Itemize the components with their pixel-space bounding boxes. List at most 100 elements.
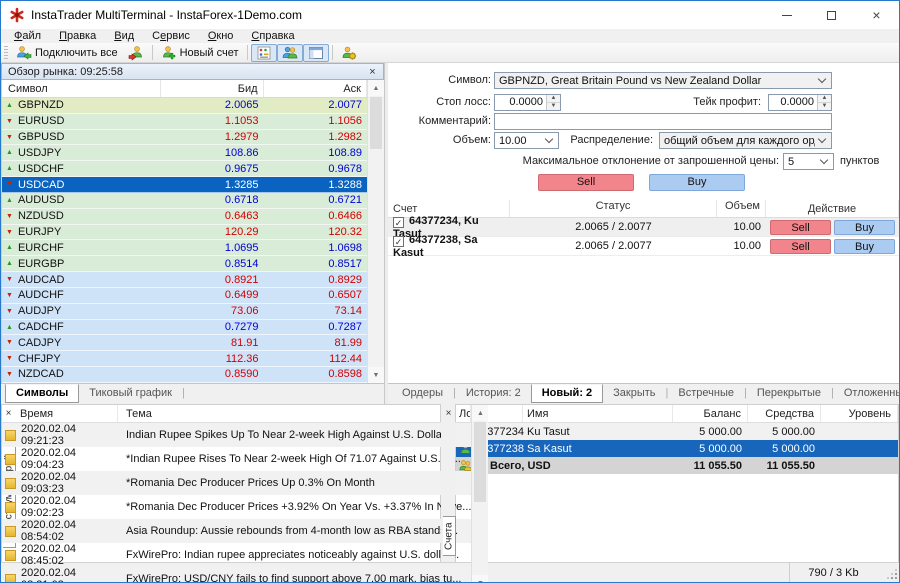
accounts-close-icon[interactable]: × bbox=[443, 408, 454, 419]
market-watch-row[interactable]: ▲GBPNZD2.00652.0077 bbox=[2, 98, 367, 114]
market-watch-row[interactable]: ▼CADJPY81.9181.99 bbox=[2, 335, 367, 351]
take-profit-stepper[interactable]: 0.0000 ▲▼ bbox=[768, 94, 832, 111]
market-watch-row[interactable]: ▲USDCHF0.96750.9678 bbox=[2, 161, 367, 177]
column-header-status[interactable]: Статус bbox=[510, 200, 717, 217]
menu-item[interactable]: Вид bbox=[105, 29, 143, 43]
scroll-up-icon[interactable]: ▲ bbox=[472, 405, 488, 421]
news-scrollbar[interactable]: ▲ ▼ bbox=[471, 405, 488, 583]
row-buy-button[interactable]: Buy bbox=[834, 220, 895, 235]
column-header-ask[interactable]: Аск bbox=[264, 80, 367, 97]
market-watch-tab-1[interactable]: Символы bbox=[5, 384, 79, 403]
order-account-row[interactable]: ✓64377238, Sa Kasut2.0065 / 2.007710.00S… bbox=[388, 237, 899, 256]
market-watch-close-icon[interactable]: × bbox=[366, 66, 379, 78]
account-checkbox[interactable]: ✓ bbox=[393, 217, 404, 228]
market-watch-row[interactable]: ▼CHFJPY112.36112.44 bbox=[2, 351, 367, 367]
sell-button[interactable]: Sell bbox=[538, 174, 634, 191]
column-header-level[interactable]: Уровень bbox=[821, 405, 898, 422]
distribution-select[interactable]: общий объем для каждого ордера bbox=[659, 132, 832, 149]
menu-item[interactable]: Правка bbox=[50, 29, 105, 43]
toggle-market-watch-button[interactable] bbox=[251, 44, 277, 62]
market-watch-row[interactable]: ▲EURGBP0.85140.8517 bbox=[2, 256, 367, 272]
toggle-accounts-button[interactable] bbox=[277, 44, 303, 62]
column-header-equity[interactable]: Средства bbox=[748, 405, 821, 422]
stop-loss-stepper[interactable]: 0.0000 ▲▼ bbox=[494, 94, 561, 111]
account-checkbox[interactable]: ✓ bbox=[393, 236, 404, 247]
resize-grip-icon[interactable] bbox=[883, 565, 899, 581]
row-buy-button[interactable]: Buy bbox=[834, 239, 895, 254]
menu-item[interactable]: Окно bbox=[199, 29, 243, 43]
spin-arrows-icon[interactable]: ▲▼ bbox=[546, 95, 560, 110]
news-panel: Время Тема 2020.02.04 09:21:23Indian Rup… bbox=[1, 404, 489, 562]
spin-arrows-icon[interactable]: ▲▼ bbox=[817, 95, 831, 110]
market-watch-row[interactable]: ▲USDJPY108.86108.89 bbox=[2, 145, 367, 161]
market-watch-row[interactable]: ▼EURJPY120.29120.32 bbox=[2, 225, 367, 241]
new-account-button[interactable]: Новый счет bbox=[156, 44, 244, 62]
market-watch-row[interactable]: ▼USDCAD1.32851.3288 bbox=[2, 177, 367, 193]
market-watch-scrollbar[interactable]: ▲ ▼ bbox=[367, 80, 384, 383]
news-row[interactable]: 2020.02.04 09:02:23*Romania Dec Producer… bbox=[2, 495, 471, 519]
close-button[interactable]: × bbox=[854, 1, 899, 29]
news-row[interactable]: 2020.02.04 09:04:23*Indian Rupee Rises T… bbox=[2, 447, 471, 471]
disconnect-all-button[interactable] bbox=[123, 44, 149, 62]
column-header-balance[interactable]: Баланс bbox=[673, 405, 748, 422]
scroll-down-icon[interactable]: ▼ bbox=[368, 367, 384, 383]
row-sell-button[interactable]: Sell bbox=[770, 220, 831, 235]
column-header-symbol[interactable]: Символ bbox=[2, 80, 161, 97]
scroll-up-icon[interactable]: ▲ bbox=[368, 80, 384, 96]
column-header-name[interactable]: Имя bbox=[523, 405, 673, 422]
comment-input[interactable] bbox=[494, 113, 832, 130]
trade-tab-1[interactable]: Ордеры bbox=[392, 385, 453, 402]
trade-tab-3[interactable]: Новый: 2 bbox=[531, 384, 603, 403]
account-row[interactable]: 64377234Ku Tasut5 000.005 000.00 bbox=[456, 423, 898, 440]
column-header-time[interactable]: Время bbox=[2, 405, 118, 422]
market-watch-row[interactable]: ▼AUDJPY73.0673.14 bbox=[2, 304, 367, 320]
news-row[interactable]: 2020.02.04 08:45:02FxWirePro: Indian rup… bbox=[2, 543, 471, 567]
trade-tab-5[interactable]: Встречные bbox=[668, 385, 744, 402]
toolbar-grip[interactable] bbox=[4, 46, 8, 60]
trade-tab-4[interactable]: Закрыть bbox=[603, 385, 665, 402]
scroll-down-icon[interactable]: ▼ bbox=[472, 575, 488, 583]
trade-tab-7[interactable]: Отложенный: 2 bbox=[834, 385, 899, 402]
accounts-vertical-tab[interactable]: Счета bbox=[443, 516, 456, 556]
news-row[interactable]: 2020.02.04 09:03:23*Romania Dec Producer… bbox=[2, 471, 471, 495]
news-icon bbox=[5, 574, 16, 583]
market-watch-row[interactable]: ▼AUDCHF0.64990.6507 bbox=[2, 288, 367, 304]
column-header-bid[interactable]: Бид bbox=[161, 80, 263, 97]
news-row[interactable]: 2020.02.04 09:21:23Indian Rupee Spikes U… bbox=[2, 423, 471, 447]
symbol-select[interactable]: GBPNZD, Great Britain Pound vs New Zeala… bbox=[494, 72, 832, 89]
market-watch-row[interactable]: ▼NZDUSD0.64630.6466 bbox=[2, 209, 367, 225]
total-balance: 11 055.50 bbox=[673, 460, 748, 472]
buy-button[interactable]: Buy bbox=[649, 174, 745, 191]
connect-all-button[interactable]: Подключить все bbox=[11, 44, 123, 62]
trade-tab-6[interactable]: Перекрытые bbox=[747, 385, 831, 402]
market-watch-row[interactable]: ▼EURUSD1.10531.1056 bbox=[2, 114, 367, 130]
market-watch-tabs: СимволыТиковый график| bbox=[1, 383, 384, 404]
title-bar: InstaTrader MultiTerminal - InstaForex-1… bbox=[1, 1, 899, 29]
account-settings-button[interactable] bbox=[336, 44, 362, 62]
column-header-volume[interactable]: Объем bbox=[717, 200, 766, 217]
menu-item[interactable]: Сервис bbox=[143, 29, 199, 43]
maximize-button[interactable] bbox=[809, 1, 854, 29]
column-header-action[interactable]: Действие bbox=[766, 200, 899, 217]
account-row[interactable]: 64377238Sa Kasut5 000.005 000.00 bbox=[456, 440, 898, 457]
row-sell-button[interactable]: Sell bbox=[770, 239, 831, 254]
trend-down-icon: ▼ bbox=[6, 292, 13, 299]
market-watch-row[interactable]: ▼AUDCAD0.89210.8929 bbox=[2, 272, 367, 288]
market-watch-row[interactable]: ▲CADCHF0.72790.7287 bbox=[2, 320, 367, 336]
column-header-theme[interactable]: Тема bbox=[118, 405, 471, 422]
market-watch-row[interactable]: ▼GBPUSD1.29791.2982 bbox=[2, 130, 367, 146]
deviation-select[interactable]: 5 bbox=[783, 153, 834, 170]
market-watch-tab-2[interactable]: Тиковый график bbox=[79, 385, 182, 402]
menu-item[interactable]: Справка bbox=[242, 29, 303, 43]
scrollbar-thumb[interactable] bbox=[474, 422, 486, 502]
minimize-button[interactable] bbox=[764, 1, 809, 29]
market-watch-row[interactable]: ▲AUDUSD0.67180.6721 bbox=[2, 193, 367, 209]
trade-tab-2[interactable]: История: 2 bbox=[456, 385, 531, 402]
news-row[interactable]: 2020.02.04 08:31:03FxWirePro: USD/CNY fa… bbox=[2, 567, 471, 583]
news-row[interactable]: 2020.02.04 08:54:02Asia Roundup: Aussie … bbox=[2, 519, 471, 543]
market-watch-row[interactable]: ▲EURCHF1.06951.0698 bbox=[2, 240, 367, 256]
market-watch-row[interactable]: ▼NZDCAD0.85900.8598 bbox=[2, 367, 367, 383]
toggle-toolbox-button[interactable] bbox=[303, 44, 329, 62]
scrollbar-thumb[interactable] bbox=[370, 97, 382, 149]
menu-item[interactable]: Файл bbox=[5, 29, 50, 43]
